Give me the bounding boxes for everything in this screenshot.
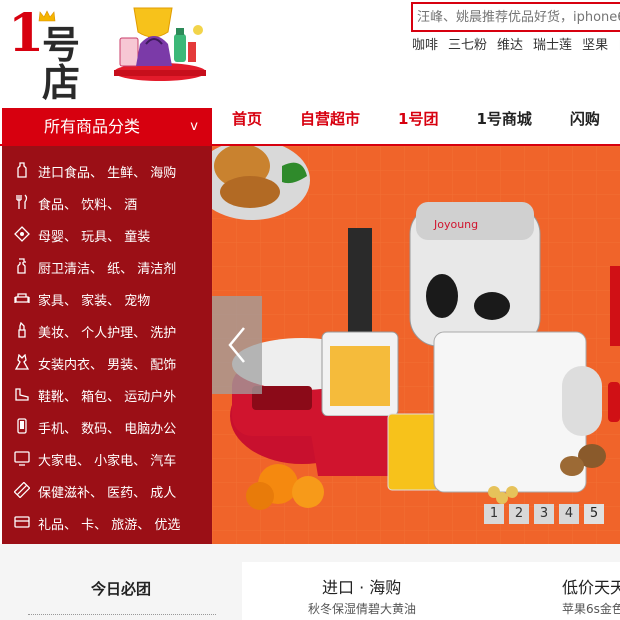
tab-subtitle: 秋冬保湿倩碧大黄油 xyxy=(308,602,417,616)
category-label: 美妆、 个人护理、 洗护 xyxy=(38,326,177,341)
category-label: 大家电、 小家电、 汽车 xyxy=(38,454,177,469)
tab-imported-overseas[interactable]: 进口 · 海购 秋冬保湿倩碧大黄油 xyxy=(242,562,490,620)
trophy-promo-graphic[interactable] xyxy=(110,0,210,86)
category-label: 厨卫清洁、 纸、 清洁剂 xyxy=(38,262,177,277)
tab-title: 今日必团 xyxy=(90,580,151,598)
phone-icon xyxy=(17,418,27,434)
banner-prev-button[interactable] xyxy=(212,296,262,394)
category-label: 家具、 家装、 宠物 xyxy=(38,294,151,309)
hot-word[interactable]: 坚果 xyxy=(582,38,608,53)
category-label: 保健滋补、 医药、 成人 xyxy=(38,486,177,501)
tab-daily-low-price[interactable]: 低价天天 苹果6s金色 xyxy=(490,562,620,620)
category-item-clothing[interactable]: 女装内衣、 男装、 配饰 xyxy=(2,346,212,378)
category-item-digital[interactable]: 手机、 数码、 电脑办公 xyxy=(2,410,212,442)
nav-link-supermarket[interactable]: 自营超市 xyxy=(300,108,360,146)
hot-word[interactable]: 瑞士莲 xyxy=(533,38,572,53)
category-label: 女装内衣、 男装、 配饰 xyxy=(38,358,177,373)
banner-page-1[interactable]: 1 xyxy=(484,504,504,524)
banner-page-5[interactable]: 5 xyxy=(584,504,604,524)
card-icon xyxy=(14,516,30,528)
site-logo[interactable]: 1 号店 xyxy=(8,6,108,103)
kitchen-appliances-image: Joyoung xyxy=(212,146,620,544)
hero-banner[interactable]: Joyoung xyxy=(212,146,620,544)
search-input[interactable] xyxy=(413,4,620,30)
main-nav: 所有商品分类 v 首页 自营超市 1号团 1号商城 闪购 xyxy=(0,108,620,146)
nav-link-group-buy[interactable]: 1号团 xyxy=(398,108,438,146)
banner-page-3[interactable]: 3 xyxy=(534,504,554,524)
logo-text: 号店 xyxy=(42,23,80,105)
category-item-food-drink[interactable]: 食品、 饮料、 酒 xyxy=(2,186,212,218)
category-item-gifts[interactable]: 礼品、 卡、 旅游、 优选 xyxy=(2,506,212,538)
chevron-down-icon: v xyxy=(190,119,198,134)
category-item-imported-food[interactable]: 进口食品、 生鲜、 海购 xyxy=(2,154,212,186)
all-categories-button[interactable]: 所有商品分类 v xyxy=(2,108,212,146)
sofa-icon xyxy=(14,293,30,303)
category-item-health[interactable]: 保健滋补、 医药、 成人 xyxy=(2,474,212,506)
cleaner-spray-icon xyxy=(17,258,26,274)
baby-icon xyxy=(14,226,30,242)
crown-icon xyxy=(38,10,56,22)
divider xyxy=(28,614,216,615)
bottle-icon xyxy=(17,162,27,178)
hot-word[interactable]: 维达 xyxy=(497,38,523,53)
category-sidebar: 进口食品、 生鲜、 海购 食品、 饮料、 酒 母婴、 玩具、 童装 厨卫清洁、 … xyxy=(2,146,212,544)
category-item-shoes-bags[interactable]: 鞋靴、 箱包、 运动户外 xyxy=(2,378,212,410)
category-label: 鞋靴、 箱包、 运动户外 xyxy=(38,390,177,405)
promo-tabs: 今日必团 进口 · 海购 秋冬保湿倩碧大黄油 低价天天 苹果6s金色 xyxy=(0,544,620,620)
shoe-icon xyxy=(15,388,29,401)
chevron-left-icon xyxy=(228,327,245,363)
nav-link-flash-sale[interactable]: 闪购 xyxy=(570,108,600,146)
hot-word[interactable]: 咖啡 xyxy=(412,38,438,53)
category-item-baby[interactable]: 母婴、 玩具、 童装 xyxy=(2,218,212,250)
banner-pager: 1 2 3 4 5 xyxy=(484,504,609,524)
category-label: 进口食品、 生鲜、 海购 xyxy=(38,166,177,181)
hot-word[interactable]: 三七粉 xyxy=(448,38,487,53)
all-categories-label: 所有商品分类 xyxy=(44,117,141,136)
brand-label: Joyoung xyxy=(433,218,478,231)
tab-title: 低价天天 xyxy=(562,578,620,597)
banner-page-2[interactable]: 2 xyxy=(509,504,529,524)
category-item-furniture[interactable]: 家具、 家装、 宠物 xyxy=(2,282,212,314)
category-item-cleaning[interactable]: 厨卫清洁、 纸、 清洁剂 xyxy=(2,250,212,282)
pill-icon xyxy=(14,482,30,498)
dress-icon xyxy=(14,354,30,370)
tab-today-group-buy[interactable]: 今日必团 xyxy=(0,562,242,620)
fork-knife-icon xyxy=(16,194,28,209)
category-item-appliances[interactable]: 大家电、 小家电、 汽车 xyxy=(2,442,212,474)
banner-page-4[interactable]: 4 xyxy=(559,504,579,524)
category-item-beauty[interactable]: 美妆、 个人护理、 洗护 xyxy=(2,314,212,346)
category-label: 母婴、 玩具、 童装 xyxy=(38,230,151,245)
lipstick-icon xyxy=(18,322,26,338)
nav-link-mall[interactable]: 1号商城 xyxy=(476,108,531,146)
site-header: 1 号店 咖啡三七粉维达瑞士莲坚果白酒 xyxy=(0,0,620,108)
hot-search-words: 咖啡三七粉维达瑞士莲坚果白酒 xyxy=(412,34,620,53)
tab-title: 进口 · 海购 xyxy=(322,578,402,597)
tv-icon xyxy=(14,451,30,466)
nav-link-home[interactable]: 首页 xyxy=(232,108,262,146)
tab-subtitle: 苹果6s金色 xyxy=(562,602,620,616)
category-label: 手机、 数码、 电脑办公 xyxy=(38,422,177,437)
category-label: 食品、 饮料、 酒 xyxy=(38,198,138,213)
search-box[interactable] xyxy=(411,2,620,32)
nav-links: 首页 自营超市 1号团 1号商城 闪购 xyxy=(212,108,600,146)
category-label: 礼品、 卡、 旅游、 优选 xyxy=(38,518,181,533)
